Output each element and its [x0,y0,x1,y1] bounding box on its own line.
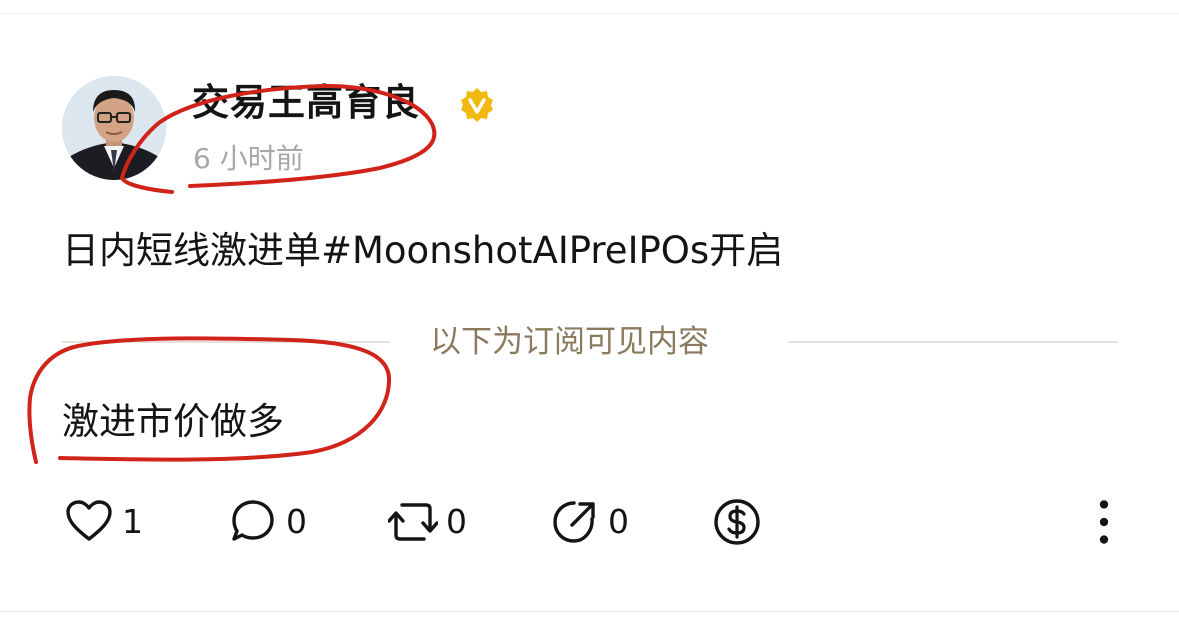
share-count: 0 [608,502,629,541]
comment-button[interactable]: 0 [228,497,307,547]
subscription-divider-label: 以下为订阅可见内容 [430,324,709,360]
comment-icon [232,500,274,541]
repost-count: 0 [446,502,467,541]
share-icon [553,501,595,543]
repost-button[interactable]: 0 [388,497,467,547]
divider-line-right [788,341,1118,343]
subscriber-content-text: 激进市价做多 [62,400,284,443]
heart-icon [66,500,112,541]
share-button[interactable]: 0 [550,497,629,547]
dollar-coin-icon [714,499,760,545]
like-count: 1 [122,502,143,541]
more-vertical-icon [1099,500,1109,544]
bottom-divider [0,611,1179,612]
like-button[interactable]: 1 [64,497,143,547]
verified-badge-icon [459,87,495,123]
author-name[interactable]: 交易王高育良 [192,78,420,128]
post-time: 6 小时前 [193,142,304,175]
subscription-divider: 以下为订阅可见内容 [62,320,1118,364]
avatar-portrait [62,76,166,180]
tip-button[interactable] [712,497,762,547]
repost-icon [388,503,438,541]
top-divider [0,13,1179,14]
more-options-button[interactable] [1082,495,1126,549]
divider-line-left [62,341,390,343]
post-text: 日内短线激进单#MoonshotAIPreIPOs开启 [62,229,784,272]
avatar[interactable] [62,76,166,180]
comment-count: 0 [286,502,307,541]
